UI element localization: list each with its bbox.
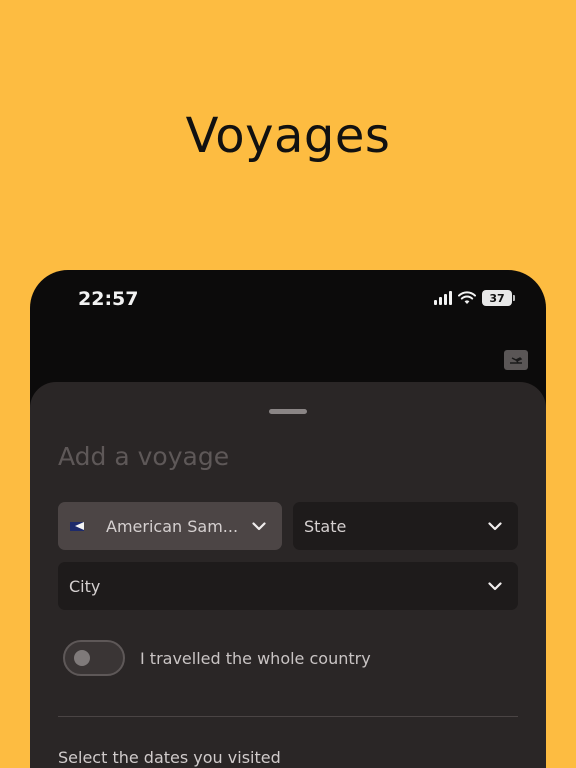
status-bar: 22:57 37 <box>30 270 546 330</box>
chevron-down-icon <box>486 577 504 595</box>
state-value: State <box>304 516 347 536</box>
whole-country-label: I travelled the whole country <box>140 648 371 668</box>
dates-label: Select the dates you visited <box>58 748 281 767</box>
wifi-icon <box>458 291 476 305</box>
status-time: 22:57 <box>78 288 139 310</box>
sheet-title: Add a voyage <box>58 442 230 471</box>
country-value: American Sam... <box>106 516 239 536</box>
cellular-signal-icon <box>434 291 452 305</box>
state-select[interactable]: State <box>293 502 518 550</box>
city-select[interactable]: City <box>58 562 518 610</box>
chevron-down-icon <box>486 517 504 535</box>
toggle-knob <box>74 650 90 666</box>
american-samoa-flag-icon <box>70 521 84 531</box>
phone-frame: 22:57 37 Add a voyage American Sam... St… <box>30 270 546 768</box>
whole-country-toggle[interactable] <box>63 640 125 676</box>
status-icons: 37 <box>434 290 515 306</box>
promo-title: Voyages <box>185 108 391 164</box>
battery-icon: 37 <box>482 290 515 306</box>
country-select[interactable]: American Sam... <box>58 502 282 550</box>
divider <box>58 716 518 717</box>
city-value: City <box>69 576 101 596</box>
plane-icon[interactable] <box>504 350 528 370</box>
chevron-down-icon <box>250 517 268 535</box>
sheet-grabber[interactable] <box>269 409 307 414</box>
add-voyage-sheet: Add a voyage American Sam... State City <box>30 382 546 768</box>
whole-country-row: I travelled the whole country <box>63 640 371 676</box>
